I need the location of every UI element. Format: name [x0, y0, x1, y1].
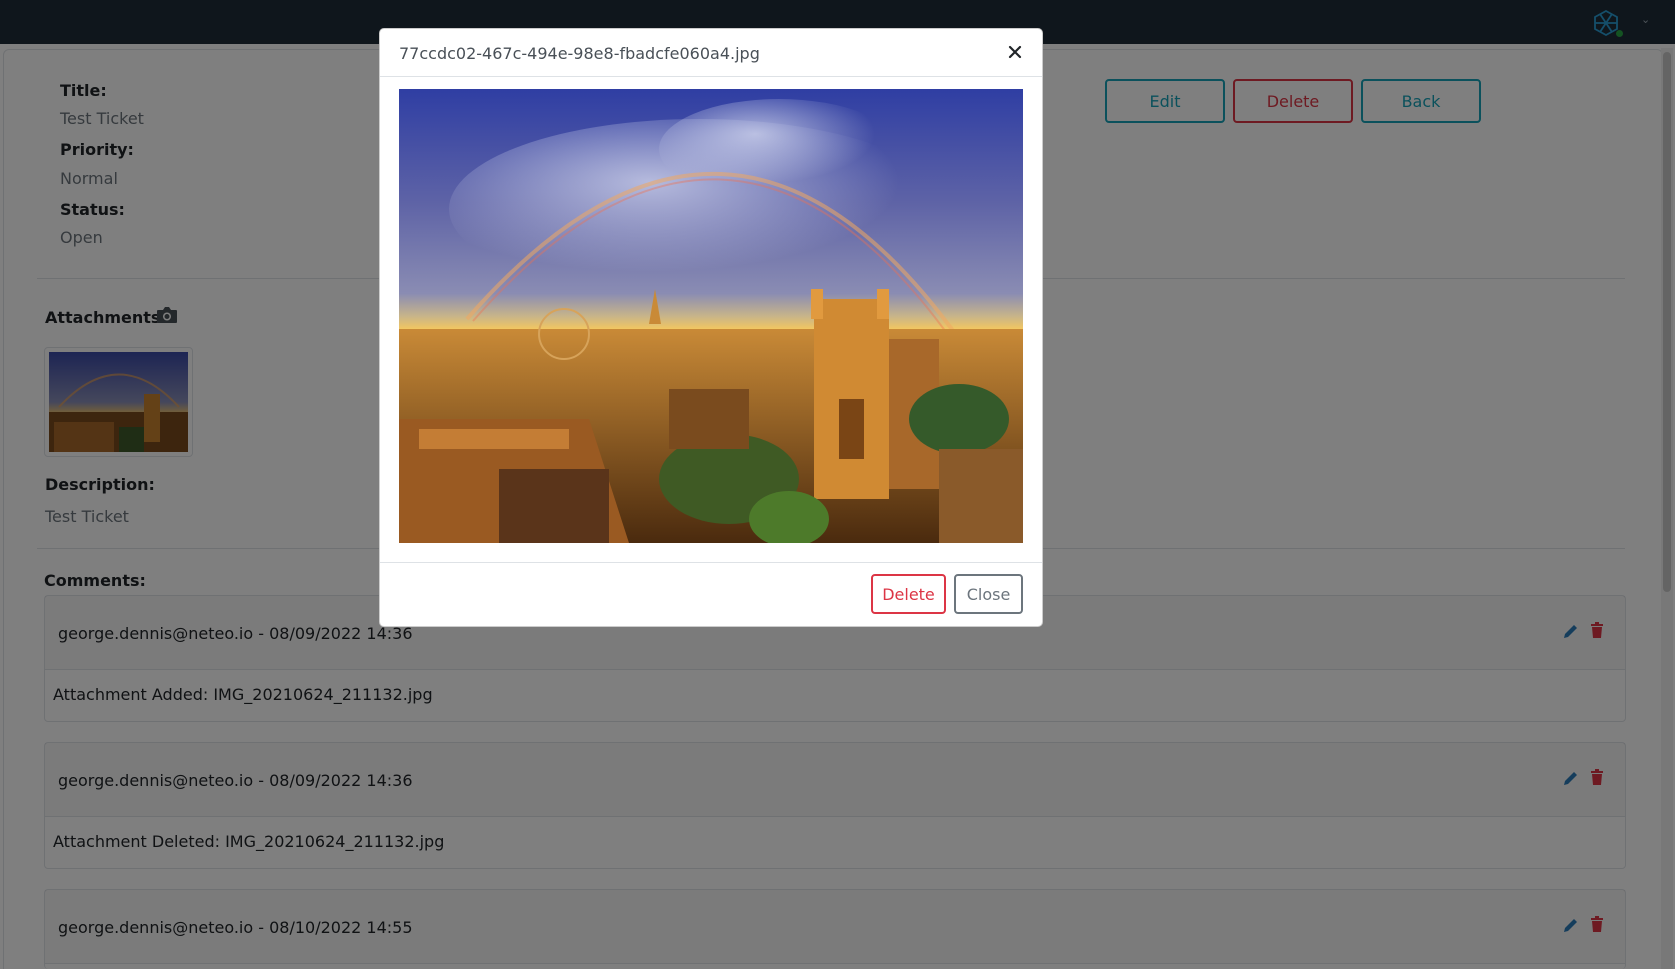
delete-attachment-button[interactable]: Delete [871, 574, 946, 614]
modal-header: 77ccdc02-467c-494e-98e8-fbadcfe060a4.jpg [380, 29, 1042, 77]
close-button[interactable]: Close [954, 574, 1023, 614]
attachment-preview-modal: 77ccdc02-467c-494e-98e8-fbadcfe060a4.jpg [379, 28, 1043, 627]
close-icon[interactable] [1007, 44, 1023, 60]
attachment-preview-image [399, 89, 1023, 543]
modal-footer: Delete Close [380, 562, 1042, 626]
modal-title: 77ccdc02-467c-494e-98e8-fbadcfe060a4.jpg [399, 44, 760, 63]
